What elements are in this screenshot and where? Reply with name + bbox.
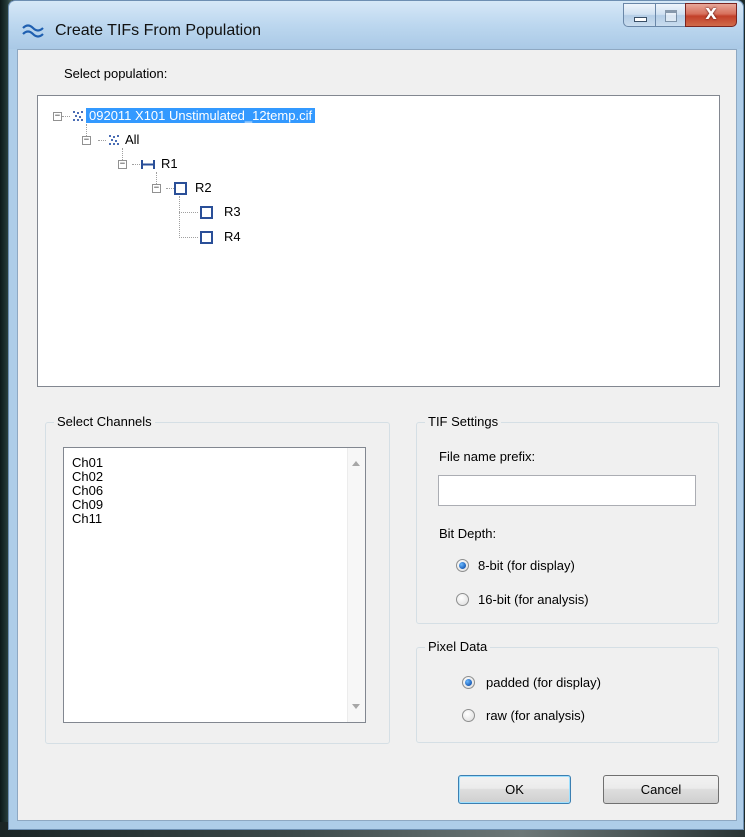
population-dots-icon xyxy=(73,111,83,121)
pixel-data-title: Pixel Data xyxy=(425,639,491,654)
ok-button[interactable]: OK xyxy=(458,775,571,804)
title-bar[interactable]: Create TIFs From Population X xyxy=(9,1,743,49)
caption-buttons: X xyxy=(623,3,737,27)
scroll-up-arrow-icon[interactable] xyxy=(352,461,360,466)
file-name-prefix-input[interactable] xyxy=(438,475,696,506)
tree-node-label: R3 xyxy=(224,204,241,219)
maximize-icon xyxy=(665,10,677,22)
radio-raw[interactable] xyxy=(462,709,475,722)
collapse-toggle[interactable]: − xyxy=(118,160,127,169)
square-gate-icon xyxy=(200,231,213,244)
close-button[interactable]: X xyxy=(685,3,737,27)
select-population-label: Select population: xyxy=(64,66,168,81)
list-item[interactable]: Ch11 xyxy=(72,512,102,526)
tif-settings-title: TIF Settings xyxy=(425,414,502,429)
tree-connector xyxy=(62,116,70,117)
channels-scrollbar[interactable] xyxy=(347,448,365,722)
bit-depth-label: Bit Depth: xyxy=(439,526,497,541)
tree-node-r1[interactable]: R1 xyxy=(158,154,181,174)
tree-node-label: R4 xyxy=(224,229,241,244)
population-dots-icon xyxy=(109,135,119,145)
channels-listbox[interactable]: Ch01 Ch02 Ch06 Ch09 Ch11 xyxy=(63,447,366,723)
radio-16bit[interactable] xyxy=(456,593,469,606)
tree-connector xyxy=(179,237,198,238)
radio-16bit-label[interactable]: 16-bit (for analysis) xyxy=(478,592,589,607)
minimize-icon xyxy=(634,17,647,22)
tree-node-label: All xyxy=(125,132,140,147)
tree-connector xyxy=(179,212,198,213)
tree-node-r3[interactable]: R3 xyxy=(221,202,244,222)
tree-node-root[interactable]: 092011 X101 Unstimulated_12temp.cif xyxy=(86,106,316,126)
tree-connector xyxy=(166,188,174,189)
tree-connector xyxy=(98,140,106,141)
radio-padded[interactable] xyxy=(462,676,475,689)
tree-node-r2[interactable]: R2 xyxy=(192,178,215,198)
tree-node-label: 092011 X101 Unstimulated_12temp.cif xyxy=(86,108,316,123)
radio-padded-label[interactable]: padded (for display) xyxy=(486,675,601,690)
list-item[interactable]: Ch02 xyxy=(72,470,103,484)
collapse-toggle[interactable]: − xyxy=(152,184,161,193)
list-item[interactable]: Ch01 xyxy=(72,456,103,470)
radio-8bit[interactable] xyxy=(456,559,469,572)
population-tree[interactable]: − 092011 X101 Unstimulated_12temp.cif − … xyxy=(37,95,720,387)
scroll-down-arrow-icon[interactable] xyxy=(352,704,360,709)
radio-raw-label[interactable]: raw (for analysis) xyxy=(486,708,585,723)
tree-connector xyxy=(132,164,140,165)
collapse-toggle[interactable]: − xyxy=(82,136,91,145)
cancel-button[interactable]: Cancel xyxy=(603,775,719,804)
app-wave-icon xyxy=(22,24,44,38)
select-channels-title: Select Channels xyxy=(54,414,155,429)
close-icon: X xyxy=(705,5,717,23)
radio-8bit-label[interactable]: 8-bit (for display) xyxy=(478,558,575,573)
collapse-toggle[interactable]: − xyxy=(53,112,62,121)
tree-node-all[interactable]: All xyxy=(122,130,142,150)
tree-node-r4[interactable]: R4 xyxy=(221,227,244,247)
square-gate-icon xyxy=(200,206,213,219)
range-gate-icon xyxy=(141,160,155,169)
tree-node-label: R2 xyxy=(195,180,212,195)
minimize-button[interactable] xyxy=(623,3,655,27)
list-item[interactable]: Ch09 xyxy=(72,498,103,512)
list-item[interactable]: Ch06 xyxy=(72,484,103,498)
square-gate-icon xyxy=(174,182,187,195)
tree-connector xyxy=(179,196,180,238)
tree-node-label: R1 xyxy=(161,156,178,171)
window-title: Create TIFs From Population xyxy=(55,22,262,39)
file-name-prefix-label: File name prefix: xyxy=(439,449,536,464)
pixel-data-group: Pixel Data xyxy=(416,639,719,743)
maximize-button[interactable] xyxy=(655,3,685,27)
